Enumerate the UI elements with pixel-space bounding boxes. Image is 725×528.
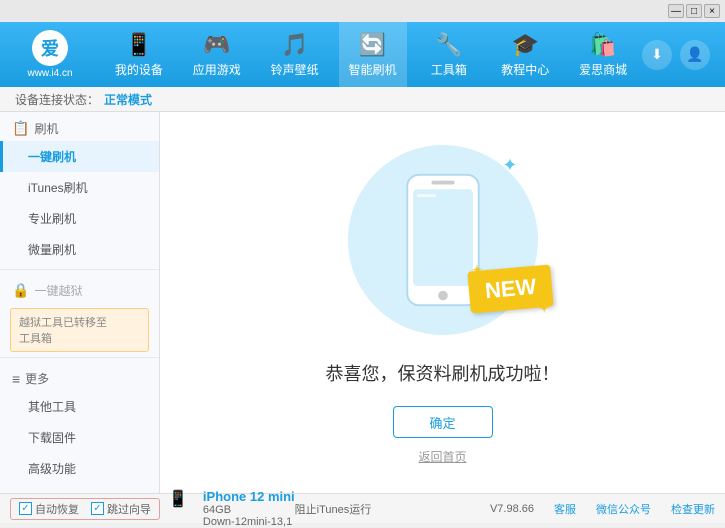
jailbreak-icon: 🔒 bbox=[12, 282, 29, 299]
nav-tutorial-label: 教程中心 bbox=[501, 61, 549, 78]
nav-tutorial[interactable]: 🎓 教程中心 bbox=[491, 22, 559, 87]
logo-url: www.i4.cn bbox=[27, 68, 72, 79]
nav-shop-label: 爱思商城 bbox=[579, 61, 627, 78]
sidebar-professional[interactable]: 专业刷机 bbox=[0, 203, 159, 234]
confirm-button[interactable]: 确定 bbox=[393, 406, 493, 438]
sidebar-micro[interactable]: 微量刷机 bbox=[0, 234, 159, 265]
skip-wizard-check-icon: ✓ bbox=[91, 502, 104, 515]
service-link[interactable]: 客服 bbox=[554, 501, 576, 517]
bottom-left: ✓ 自动恢复 ✓ 跳过向导 📱 iPhone 12 mini 64GB Down… bbox=[10, 489, 295, 528]
nav-right-buttons: ⬇ 👤 bbox=[642, 40, 725, 70]
sidebar-download-firmware[interactable]: 下载固件 bbox=[0, 422, 159, 453]
status-label: 设备连接状态： bbox=[15, 91, 99, 108]
device-info: iPhone 12 mini 64GB Down-12mini-13,1 bbox=[203, 489, 295, 528]
close-button[interactable]: × bbox=[704, 4, 720, 18]
sidebar: 📋 刷机 一键刷机 iTunes刷机 专业刷机 微量刷机 🔒 一键越狱 越狱工具… bbox=[0, 112, 160, 493]
nav-ringtone-label: 铃声壁纸 bbox=[271, 61, 319, 78]
logo-area[interactable]: 爱 www.i4.cn bbox=[0, 22, 100, 87]
shop-icon: 🛍️ bbox=[589, 32, 616, 58]
logo-icon: 爱 bbox=[32, 30, 68, 66]
more-section-header: ≡ 更多 bbox=[0, 362, 159, 391]
nav-my-device-label: 我的设备 bbox=[115, 61, 163, 78]
auto-restore-checkbox[interactable]: ✓ 自动恢复 bbox=[19, 501, 79, 517]
nav-items: 📱 我的设备 🎮 应用游戏 🎵 铃声壁纸 🔄 智能刷机 🔧 工具箱 🎓 教程中心… bbox=[100, 22, 642, 87]
jailbreak-label: 一键越狱 bbox=[34, 282, 82, 299]
content-area: ✦ NEW 恭喜您，保资料刷机成功啦！ 确定 返回首页 bbox=[160, 112, 725, 493]
sidebar-divider-2 bbox=[0, 357, 159, 358]
phone-illustration: ✦ NEW bbox=[343, 140, 543, 340]
checkbox-area: ✓ 自动恢复 ✓ 跳过向导 bbox=[10, 498, 160, 520]
auto-restore-label: 自动恢复 bbox=[35, 501, 79, 517]
device-model: Down-12mini-13,1 bbox=[203, 516, 295, 528]
device-info-row: 📱 iPhone 12 mini 64GB Down-12mini-13,1 bbox=[168, 489, 295, 528]
nav-smart-flash[interactable]: 🔄 智能刷机 bbox=[339, 22, 407, 87]
flash-section-header: 📋 刷机 bbox=[0, 112, 159, 141]
more-section-icon: ≡ bbox=[12, 371, 20, 387]
top-nav: 爱 www.i4.cn 📱 我的设备 🎮 应用游戏 🎵 铃声壁纸 🔄 智能刷机 … bbox=[0, 22, 725, 87]
nav-toolbox[interactable]: 🔧 工具箱 bbox=[416, 22, 481, 87]
back-home-link[interactable]: 返回首页 bbox=[418, 448, 466, 465]
nav-smart-flash-label: 智能刷机 bbox=[349, 61, 397, 78]
user-button[interactable]: 👤 bbox=[680, 40, 710, 70]
success-text: 恭喜您，保资料刷机成功啦！ bbox=[326, 360, 560, 386]
sidebar-divider-1 bbox=[0, 269, 159, 270]
update-link[interactable]: 检查更新 bbox=[671, 501, 715, 517]
stop-itunes-label[interactable]: 阻止iTunes运行 bbox=[295, 501, 372, 517]
nav-apps-games[interactable]: 🎮 应用游戏 bbox=[183, 22, 251, 87]
skip-wizard-checkbox[interactable]: ✓ 跳过向导 bbox=[91, 501, 151, 517]
device-icon: 📱 bbox=[168, 489, 188, 509]
title-bar: — □ × bbox=[0, 0, 725, 22]
toolbox-icon: 🔧 bbox=[435, 32, 462, 58]
download-button[interactable]: ⬇ bbox=[642, 40, 672, 70]
sidebar-other-tools[interactable]: 其他工具 bbox=[0, 391, 159, 422]
sidebar-itunes[interactable]: iTunes刷机 bbox=[0, 172, 159, 203]
smart-flash-icon: 🔄 bbox=[359, 32, 386, 58]
jailbreak-section-header: 🔒 一键越狱 bbox=[0, 274, 159, 303]
maximize-button[interactable]: □ bbox=[686, 4, 702, 18]
my-device-icon: 📱 bbox=[125, 32, 152, 58]
ringtone-icon: 🎵 bbox=[281, 32, 308, 58]
flash-section-label: 刷机 bbox=[34, 120, 58, 137]
version-label: V7.98.66 bbox=[490, 503, 534, 515]
bottom-bar: ✓ 自动恢复 ✓ 跳过向导 📱 iPhone 12 mini 64GB Down… bbox=[0, 493, 725, 523]
apps-games-icon: 🎮 bbox=[203, 32, 230, 58]
status-bar: 设备连接状态： 正常模式 bbox=[0, 87, 725, 112]
sidebar-advanced[interactable]: 高级功能 bbox=[0, 453, 159, 484]
nav-toolbox-label: 工具箱 bbox=[431, 61, 467, 78]
nav-shop[interactable]: 🛍️ 爱思商城 bbox=[569, 22, 637, 87]
wechat-link[interactable]: 微信公众号 bbox=[596, 501, 651, 517]
device-name: iPhone 12 mini bbox=[203, 489, 295, 504]
sidebar-one-click[interactable]: 一键刷机 bbox=[0, 141, 159, 172]
nav-my-device[interactable]: 📱 我的设备 bbox=[105, 22, 173, 87]
main-area: 📋 刷机 一键刷机 iTunes刷机 专业刷机 微量刷机 🔒 一键越狱 越狱工具… bbox=[0, 87, 725, 493]
auto-restore-check-icon: ✓ bbox=[19, 502, 32, 515]
sparkle-icon: ✦ bbox=[502, 155, 517, 176]
bottom-right: V7.98.66 客服 微信公众号 检查更新 bbox=[490, 501, 715, 517]
tutorial-icon: 🎓 bbox=[512, 32, 539, 58]
flash-section-icon: 📋 bbox=[12, 120, 29, 137]
nav-apps-games-label: 应用游戏 bbox=[193, 61, 241, 78]
status-value: 正常模式 bbox=[104, 91, 152, 108]
jailbreak-notice: 越狱工具已转移至工具箱 bbox=[10, 308, 149, 352]
more-section-label: 更多 bbox=[25, 370, 49, 387]
minimize-button[interactable]: — bbox=[668, 4, 684, 18]
new-badge: NEW bbox=[468, 264, 555, 313]
nav-ringtone[interactable]: 🎵 铃声壁纸 bbox=[261, 22, 329, 87]
device-storage: 64GB bbox=[203, 504, 295, 516]
skip-wizard-label: 跳过向导 bbox=[107, 501, 151, 517]
